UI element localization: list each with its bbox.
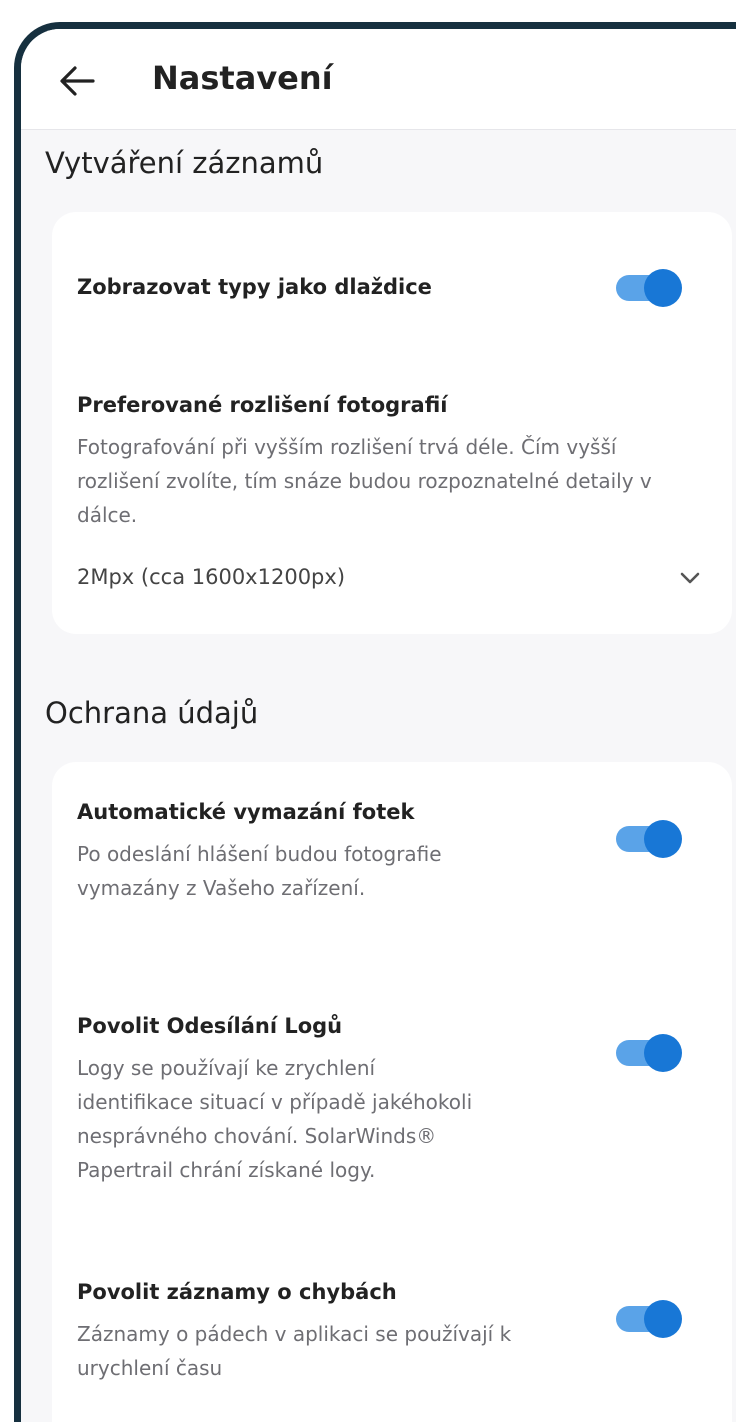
- item-title-send-logs: Povolit Odesílání Logů: [77, 1014, 343, 1038]
- item-title-tiles: Zobrazovat typy jako dlaždice: [77, 275, 432, 299]
- toggle-send-logs[interactable]: [612, 1032, 684, 1072]
- item-desc-auto-delete-photos: Po odeslání hlášení budou fotografie vym…: [77, 842, 442, 900]
- chevron-down-icon: [680, 572, 700, 584]
- back-button[interactable]: [57, 63, 97, 99]
- phone-screen: Nastavení Vytváření záznamů Zobrazovat t…: [14, 22, 736, 1422]
- page-title: Nastavení: [152, 59, 333, 97]
- toggle-auto-delete-photos[interactable]: [612, 818, 684, 858]
- section-title-record-creation: Vytváření záznamů: [45, 146, 324, 180]
- item-title-auto-delete-photos: Automatické vymazání fotek: [77, 800, 415, 824]
- settings-card-record-creation: Zobrazovat typy jako dlaždice Preferovan…: [52, 212, 732, 634]
- toggle-show-types-as-tiles[interactable]: [612, 267, 684, 307]
- item-title-photo-resolution: Preferované rozlišení fotografií: [77, 393, 448, 417]
- item-desc-error-records: Záznamy o pádech v aplikaci se používají…: [77, 1322, 512, 1380]
- item-desc-send-logs: Logy se používají ke zrychlení identifik…: [77, 1056, 473, 1182]
- app-bar: Nastavení: [21, 29, 736, 130]
- photo-resolution-value: 2Mpx (cca 1600x1200px): [77, 565, 346, 589]
- section-title-data-protection: Ochrana údajů: [45, 696, 259, 730]
- photo-resolution-select[interactable]: 2Mpx (cca 1600x1200px): [77, 565, 707, 605]
- arrow-left-icon: [60, 66, 95, 96]
- item-desc-photo-resolution: Fotografování při vyšším rozlišení trvá …: [77, 435, 652, 527]
- settings-card-data-protection: Automatické vymazání fotek Po odeslání h…: [52, 762, 732, 1422]
- item-title-error-records: Povolit záznamy o chybách: [77, 1280, 397, 1304]
- toggle-error-records[interactable]: [612, 1298, 684, 1338]
